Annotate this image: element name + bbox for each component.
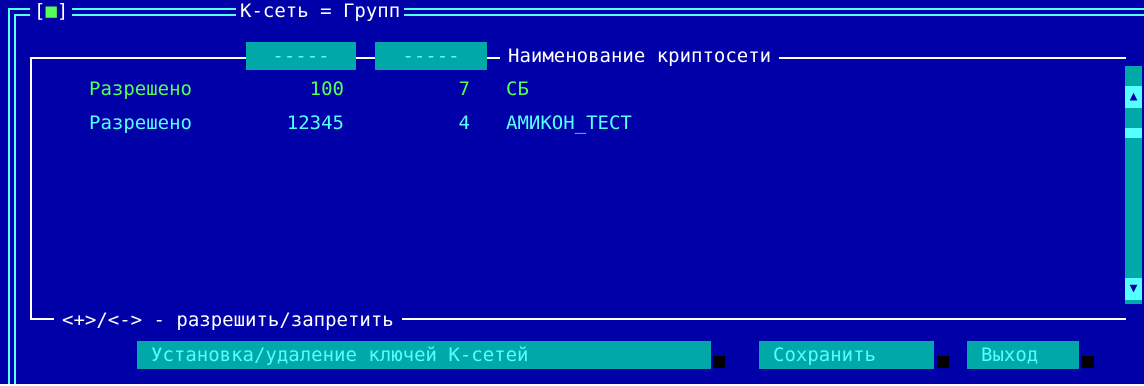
- column-number-header[interactable]: -----: [375, 42, 487, 70]
- panel-frame-left: [30, 57, 32, 319]
- row-group: 7: [458, 78, 470, 100]
- window-title: К-сеть = Групп: [236, 0, 405, 22]
- row-status: Разрешено: [89, 78, 192, 100]
- scroll-down-icon[interactable]: ▼: [1125, 278, 1142, 300]
- keys-button[interactable]: Установка/удаление ключей К-сетей: [137, 341, 711, 369]
- exit-button[interactable]: Выход: [967, 341, 1079, 369]
- outer-frame-left-2: [14, 14, 16, 384]
- row-group: 4: [458, 112, 470, 134]
- hint-text: <+>/<-> - разрешить/запретить: [54, 309, 402, 331]
- exit-button-shadow: [1082, 356, 1094, 368]
- close-box[interactable]: [■]: [30, 0, 73, 22]
- outer-frame-left-1: [8, 8, 10, 384]
- row-status: Разрешено: [89, 112, 192, 134]
- scrollbar-thumb[interactable]: [1125, 128, 1142, 138]
- column-status-header[interactable]: -----: [246, 42, 356, 70]
- row-name: СБ: [506, 78, 529, 100]
- row-name: АМИКОН_ТЕСТ: [506, 112, 632, 134]
- outer-frame-top-1: [10, 8, 1144, 10]
- outer-frame-top-2: [14, 14, 1144, 16]
- close-icon[interactable]: ■: [45, 0, 56, 22]
- row-number: 100: [309, 78, 344, 100]
- column-name-header[interactable]: Наименование криптосети: [500, 45, 780, 67]
- row-number: 12345: [286, 112, 344, 134]
- keys-button-shadow: [713, 356, 725, 368]
- save-button[interactable]: Сохранить: [759, 341, 934, 369]
- crypto-network-window: [■] К-сеть = Групп ----- ----- Наименова…: [0, 0, 1144, 384]
- save-button-shadow: [937, 356, 949, 368]
- scroll-up-icon[interactable]: ▲: [1125, 86, 1142, 108]
